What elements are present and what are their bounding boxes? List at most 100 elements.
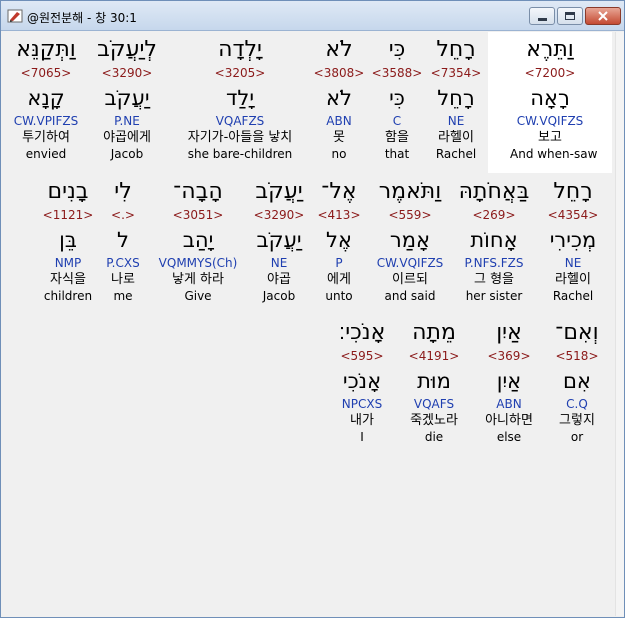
english-gloss: envied xyxy=(25,147,67,161)
hebrew-lemma: מְכִירִי xyxy=(549,228,597,252)
strong-number: <7065> xyxy=(20,66,72,80)
english-gloss: and said xyxy=(384,289,436,303)
hebrew-word: וַתֹּאמֶר xyxy=(378,179,442,204)
korean-gloss: 보고 xyxy=(538,130,562,145)
english-gloss: Rachel xyxy=(552,289,594,303)
strong-number: <4191> xyxy=(408,349,460,363)
word-analysis-panel: וַתֵּרֶא <7200> רָאָה CW.VQIFZS 보고 And w… xyxy=(3,32,615,616)
hebrew-lemma: אָמַר xyxy=(389,228,431,252)
word-cell[interactable]: הָבָה־ <3051> יָהַב VQMMYS(Ch) 낳게 하라 Giv… xyxy=(152,177,244,304)
parsing-code: NE xyxy=(270,256,288,270)
korean-gloss: 자식을 xyxy=(50,272,86,287)
hebrew-word: אַיִן xyxy=(496,320,522,345)
strong-number: <7200> xyxy=(524,66,576,80)
english-gloss: Jacob xyxy=(110,147,144,161)
english-gloss: Jacob xyxy=(262,289,296,303)
word-cell[interactable]: יַעֲקֹב <3290> יַעֲקֹב NE 야곱 Jacob xyxy=(239,177,319,304)
hebrew-lemma: יַעֲקֹב xyxy=(256,228,302,252)
strong-number: <269> xyxy=(472,208,516,222)
parsing-code: VQAFZS xyxy=(215,114,265,128)
hebrew-lemma: אָנֹכִי xyxy=(342,369,382,393)
korean-gloss: 이르되 xyxy=(392,272,428,287)
parsing-code: VQMMYS(Ch) xyxy=(158,256,238,270)
vertical-scrollbar[interactable] xyxy=(615,32,624,616)
strong-number: <3205> xyxy=(214,66,266,80)
parsing-code: P.NFS.FZS xyxy=(464,256,524,270)
strong-number: <595> xyxy=(340,349,384,363)
hebrew-word: בַּאֲחֹתָהּ xyxy=(458,179,530,204)
app-icon xyxy=(7,9,23,23)
hebrew-lemma: לֹא xyxy=(326,86,352,110)
hebrew-lemma: מוּת xyxy=(417,369,451,393)
word-cell[interactable]: וְאִם־ <518> אִם C.Q 그렇지 or xyxy=(537,318,617,445)
close-button[interactable] xyxy=(585,7,621,25)
maximize-icon xyxy=(565,12,575,20)
maximize-button[interactable] xyxy=(557,7,583,25)
word-cell[interactable]: בָנִים <1121> בֵּן NMP 자식을 children xyxy=(28,177,108,304)
english-gloss: her sister xyxy=(465,289,523,303)
english-gloss: die xyxy=(424,430,444,444)
korean-gloss: 라헬이 xyxy=(555,272,591,287)
korean-gloss: 야곱 xyxy=(267,272,291,287)
hebrew-lemma: קָנָא xyxy=(27,86,65,110)
korean-gloss: 내가 xyxy=(350,413,374,428)
parsing-code: CW.VQIFZS xyxy=(516,114,584,128)
word-cell[interactable]: וַתֹּאמֶר <559> אָמַר CW.VQIFZS 이르되 and … xyxy=(370,177,450,304)
hebrew-lemma: אָחוֹת xyxy=(470,228,518,252)
english-gloss: no xyxy=(331,147,347,161)
hebrew-lemma: יַעֲקֹב xyxy=(104,86,150,110)
hebrew-lemma: יָהַב xyxy=(182,228,214,252)
parsing-code: C.Q xyxy=(566,397,588,411)
parsing-code: NMP xyxy=(54,256,82,270)
word-cell[interactable]: וַתְּקַנֵּא <7065> קָנָא CW.VPIFZS 투기하여 … xyxy=(6,35,86,162)
hebrew-word: מֵתָה xyxy=(412,320,456,345)
app-window: @원전분해 - 창 30:1 וַתֵּרֶא <7200> רָאָה CW.… xyxy=(0,0,625,618)
korean-gloss: 아니하면 xyxy=(485,413,533,428)
word-cell[interactable]: בַּאֲחֹתָהּ <269> אָחוֹת P.NFS.FZS 그 형을 … xyxy=(454,177,534,304)
hebrew-word: יָלְדָה xyxy=(218,37,262,62)
parsing-code: ABN xyxy=(326,114,352,128)
english-gloss: I xyxy=(360,430,364,444)
hebrew-word: יַעֲקֹב xyxy=(255,179,303,204)
window-title: @원전분해 - 창 30:1 xyxy=(27,11,137,25)
hebrew-word: רָחֵל xyxy=(553,179,593,204)
strong-number: <3808> xyxy=(313,66,365,80)
word-cell[interactable]: לְיַעֲקֹב <3290> יַעֲקֹב P.NE 야곱에게 Jacob xyxy=(87,35,167,162)
strong-number: <3290> xyxy=(253,208,305,222)
hebrew-lemma: אִם xyxy=(563,369,591,393)
english-gloss: she bare-children xyxy=(187,147,293,161)
parsing-code: ABN xyxy=(496,397,522,411)
word-cell[interactable]: מֵתָה <4191> מוּת VQAFS 죽겠노라 die xyxy=(394,318,474,445)
minimize-button[interactable] xyxy=(529,7,555,25)
strong-number: <369> xyxy=(487,349,531,363)
title-bar[interactable]: @원전분해 - 창 30:1 xyxy=(1,1,624,31)
strong-number: <4354> xyxy=(547,208,599,222)
word-cell[interactable]: יָלְדָה <3205> יָלַד VQAFZS 자기가-아들을 낳치 s… xyxy=(170,35,310,162)
word-cell[interactable]: אַיִן <369> אַיִן ABN 아니하면 else xyxy=(469,318,549,445)
strong-number: <518> xyxy=(555,349,599,363)
hebrew-word: וְאִם־ xyxy=(555,320,599,345)
hebrew-word: וַתְּקַנֵּא xyxy=(16,37,76,62)
hebrew-word: לְיַעֲקֹב xyxy=(97,37,157,62)
minimize-icon xyxy=(537,17,547,21)
korean-gloss: 그 형을 xyxy=(473,272,514,287)
parsing-code: NE xyxy=(564,256,582,270)
word-cell[interactable]: אָנֹכִי׃ <595> אָנֹכִי NPCXS 내가 I xyxy=(322,318,402,445)
hebrew-word: וַתֵּרֶא xyxy=(526,37,574,62)
hebrew-lemma: אַיִן xyxy=(496,369,522,393)
parsing-code: CW.VPIFZS xyxy=(13,114,79,128)
parsing-code: P.NE xyxy=(114,114,140,128)
korean-gloss: 투기하여 xyxy=(22,130,70,145)
english-gloss: else xyxy=(496,430,522,444)
word-cell[interactable]: לֹא <3808> לֹא ABN 못 no xyxy=(299,35,379,162)
korean-gloss: 야곱에게 xyxy=(103,130,151,145)
hebrew-lemma: יָלַד xyxy=(225,86,255,110)
hebrew-word: בָנִים xyxy=(47,179,89,204)
word-cell[interactable]: וַתֵּרֶא <7200> רָאָה CW.VQIFZS 보고 And w… xyxy=(510,35,598,162)
hebrew-lemma: בֵּן xyxy=(59,228,77,252)
hebrew-word: לֹא xyxy=(325,37,353,62)
word-cell[interactable]: רָחֵל <4354> מְכִירִי NE 라헬이 Rachel xyxy=(533,177,613,304)
english-gloss: or xyxy=(570,430,584,444)
english-gloss: And when-saw xyxy=(510,147,598,161)
hebrew-lemma: רָאָה xyxy=(530,86,570,110)
